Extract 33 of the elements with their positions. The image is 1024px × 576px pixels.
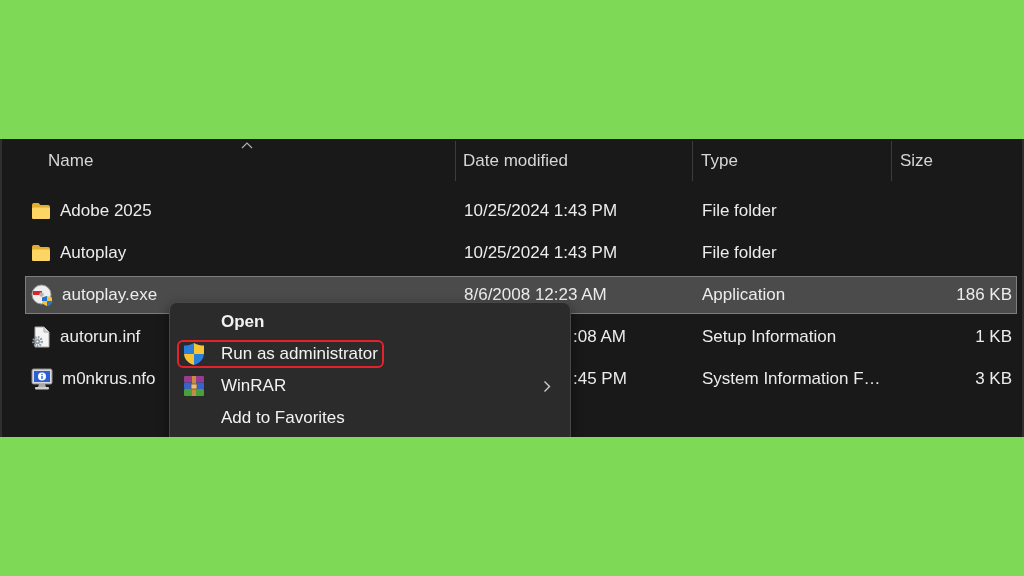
folder-icon xyxy=(31,202,51,220)
modified-date: :08 AM xyxy=(573,327,626,347)
column-header[interactable]: Date modified xyxy=(455,141,692,181)
menu-item[interactable]: WinRAR xyxy=(177,372,293,400)
file-name: autoplay.exe xyxy=(62,285,158,305)
file-name[interactable]: Autoplay xyxy=(60,243,127,263)
file-size: 3 KB xyxy=(975,369,1012,389)
shield-icon xyxy=(183,342,205,366)
file-size: 186 KB xyxy=(956,285,1012,305)
file-type: System Information F… xyxy=(702,369,881,389)
modified-date: :45 PM xyxy=(573,369,627,389)
file-name[interactable]: autorun.inf xyxy=(60,327,141,347)
file-type: Application xyxy=(702,285,786,305)
column-header[interactable]: Name xyxy=(2,141,455,181)
column-header[interactable]: Type xyxy=(692,141,891,181)
document-gear-icon xyxy=(31,326,51,348)
file-type: Setup Information xyxy=(702,327,837,347)
file-name[interactable]: m0nkrus.nfo xyxy=(62,369,156,389)
file-size: 1 KB xyxy=(975,327,1012,347)
modified-date: 10/25/2024 1:43 PM xyxy=(464,243,618,263)
book-stack-icon xyxy=(183,375,205,397)
menu-item[interactable]: Add to Favorites xyxy=(177,404,351,432)
column-header[interactable]: Size xyxy=(891,141,1022,181)
disc-icon xyxy=(31,284,53,306)
menu-item[interactable]: Run as administrator xyxy=(177,340,384,368)
file-type: File folder xyxy=(702,201,777,221)
monitor-info-icon xyxy=(31,368,53,390)
sort-caret-icon xyxy=(240,142,253,149)
file-name[interactable]: Adobe 2025 xyxy=(60,201,152,221)
folder-icon xyxy=(31,244,51,262)
modified-date: 8/6/2008 12:23 AM xyxy=(464,285,607,305)
file-type: File folder xyxy=(702,243,777,263)
modified-date: 10/25/2024 1:43 PM xyxy=(464,201,618,221)
